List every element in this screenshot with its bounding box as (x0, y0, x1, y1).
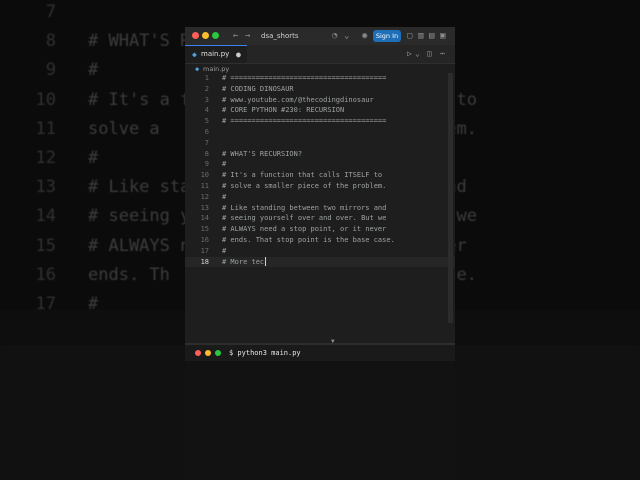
code-line[interactable]: 16 # ends. That stop point is the base ca… (185, 235, 455, 246)
sidebar-toggle-icon[interactable]: ▥ (418, 30, 423, 42)
code-line[interactable]: 17 # (185, 246, 455, 257)
forward-arrow-icon[interactable]: → (245, 30, 250, 42)
minimize-window-button[interactable] (202, 32, 209, 39)
code-line[interactable]: 1 # ===================================== (185, 73, 455, 84)
editor-window: ← → dsa_shorts ◔ ⌄ ◉ Sign In ▢ ▥ ▤ ▣ ◆ m… (185, 27, 455, 480)
back-arrow-icon[interactable]: ← (233, 30, 238, 42)
copilot-menu-chevron-icon[interactable]: ⌄ (344, 30, 349, 42)
customize-layout-icon[interactable]: ▣ (440, 30, 445, 42)
code-line[interactable]: 7 (185, 138, 455, 149)
line-number: 6 (204, 128, 209, 136)
copilot-icon[interactable]: ◔ (332, 30, 337, 42)
line-number: 15 (200, 225, 209, 234)
code-line[interactable]: 6 (185, 127, 455, 138)
line-text: # WHAT'S RECURSION? (222, 149, 303, 158)
code-line[interactable]: 5 # ===================================== (185, 116, 455, 127)
line-number: 13 (200, 203, 209, 212)
terminal-header: $ python3 main.py (185, 345, 455, 361)
line-text: # (222, 192, 227, 201)
line-text: # ===================================== (222, 117, 387, 126)
line-number: 8 (204, 149, 209, 158)
more-actions-icon[interactable]: ⋯ (440, 48, 445, 59)
run-menu-chevron-icon[interactable]: ⌄ (415, 48, 420, 59)
code-line[interactable]: 15 # ALWAYS need a stop point, or it neve… (185, 224, 455, 235)
python-file-icon: ◆ (192, 50, 197, 59)
line-text: # seeing yourself over and over. But we (222, 214, 387, 223)
tab-bar: ◆ main.py ● ▷ ⌄ ◫ ⋯ (185, 45, 455, 64)
text-cursor (264, 257, 266, 267)
line-number: 14 (200, 214, 209, 223)
sign-in-button[interactable]: Sign In (373, 30, 401, 42)
line-text: # More tec (222, 257, 266, 267)
code-line[interactable]: 4 # CORE PYTHON #230: RECURSION (185, 105, 455, 116)
line-number: 7 (204, 138, 209, 147)
line-number: 11 (200, 182, 209, 190)
tab-label: main.py (201, 50, 230, 58)
unsaved-dot-icon[interactable]: ● (236, 49, 241, 60)
terminal-yellow-dot-icon (205, 350, 211, 356)
code-line[interactable]: 9 # (185, 159, 455, 170)
panel-toggle-icon[interactable]: ▤ (429, 30, 434, 42)
code-line[interactable]: 13 # Like standing between two mirrors an… (185, 203, 455, 214)
line-number: 12 (200, 192, 209, 201)
code-line[interactable]: 8 # WHAT'S RECURSION? (185, 149, 455, 160)
line-number: 18 (200, 257, 209, 266)
split-editor-icon[interactable]: ◫ (427, 48, 432, 59)
close-window-button[interactable] (192, 32, 199, 39)
line-number: 5 (204, 117, 209, 126)
zoom-window-button[interactable] (212, 32, 219, 39)
code-line[interactable]: 3 # www.youtube.com/@thecodingdinosaur (185, 95, 455, 106)
code-line[interactable]: 18 # More tec (185, 256, 455, 268)
code-line[interactable]: 14 # seeing yourself over and over. But w… (185, 213, 455, 224)
tab-main-py[interactable]: ◆ main.py ● (185, 45, 247, 63)
line-text: # Like standing between two mirrors and (222, 203, 387, 212)
code-line[interactable]: 2 # CODING DINOSAUR (185, 84, 455, 95)
line-number: 9 (204, 160, 209, 169)
line-text: # www.youtube.com/@thecodingdinosaur (222, 95, 374, 104)
title-bar: ← → dsa_shorts ◔ ⌄ ◉ Sign In ▢ ▥ ▤ ▣ (185, 27, 455, 45)
line-text: # solve a smaller piece of the problem. (222, 182, 387, 190)
line-text: # ends. That stop point is the base case… (222, 236, 395, 244)
line-text: # CORE PYTHON #230: RECURSION (222, 106, 345, 115)
code-line[interactable]: 12 # (185, 192, 455, 203)
terminal-command: $ python3 main.py (229, 349, 301, 357)
line-text: # (222, 246, 227, 255)
line-text: # ===================================== (222, 74, 387, 82)
code-line[interactable]: 11 # solve a smaller piece of the problem… (185, 181, 455, 192)
line-number: 16 (200, 236, 209, 244)
line-text: # (222, 160, 227, 169)
code-editor[interactable]: 1 # =====================================… (185, 73, 455, 343)
line-number: 2 (204, 84, 209, 93)
line-number: 17 (200, 246, 209, 255)
terminal-red-dot-icon (195, 350, 201, 356)
layout-icon[interactable]: ▢ (407, 30, 412, 42)
editor-scrollbar[interactable] (448, 73, 453, 323)
line-number: 10 (200, 171, 209, 180)
line-number: 3 (204, 95, 209, 104)
line-text: # It's a function that calls ITSELF to (222, 171, 383, 180)
window-title: dsa_shorts (261, 32, 299, 40)
terminal-panel[interactable]: $ python3 main.py (185, 345, 455, 480)
line-number: 1 (204, 74, 209, 82)
account-icon[interactable]: ◉ (362, 30, 367, 42)
line-text: # CODING DINOSAUR (222, 84, 294, 93)
code-line[interactable]: 10 # It's a function that calls ITSELF to (185, 170, 455, 181)
terminal-green-dot-icon (215, 350, 221, 356)
line-number: 4 (204, 106, 209, 115)
run-icon[interactable]: ▷ (407, 48, 412, 59)
line-text: # ALWAYS need a stop point, or it never (222, 225, 387, 234)
